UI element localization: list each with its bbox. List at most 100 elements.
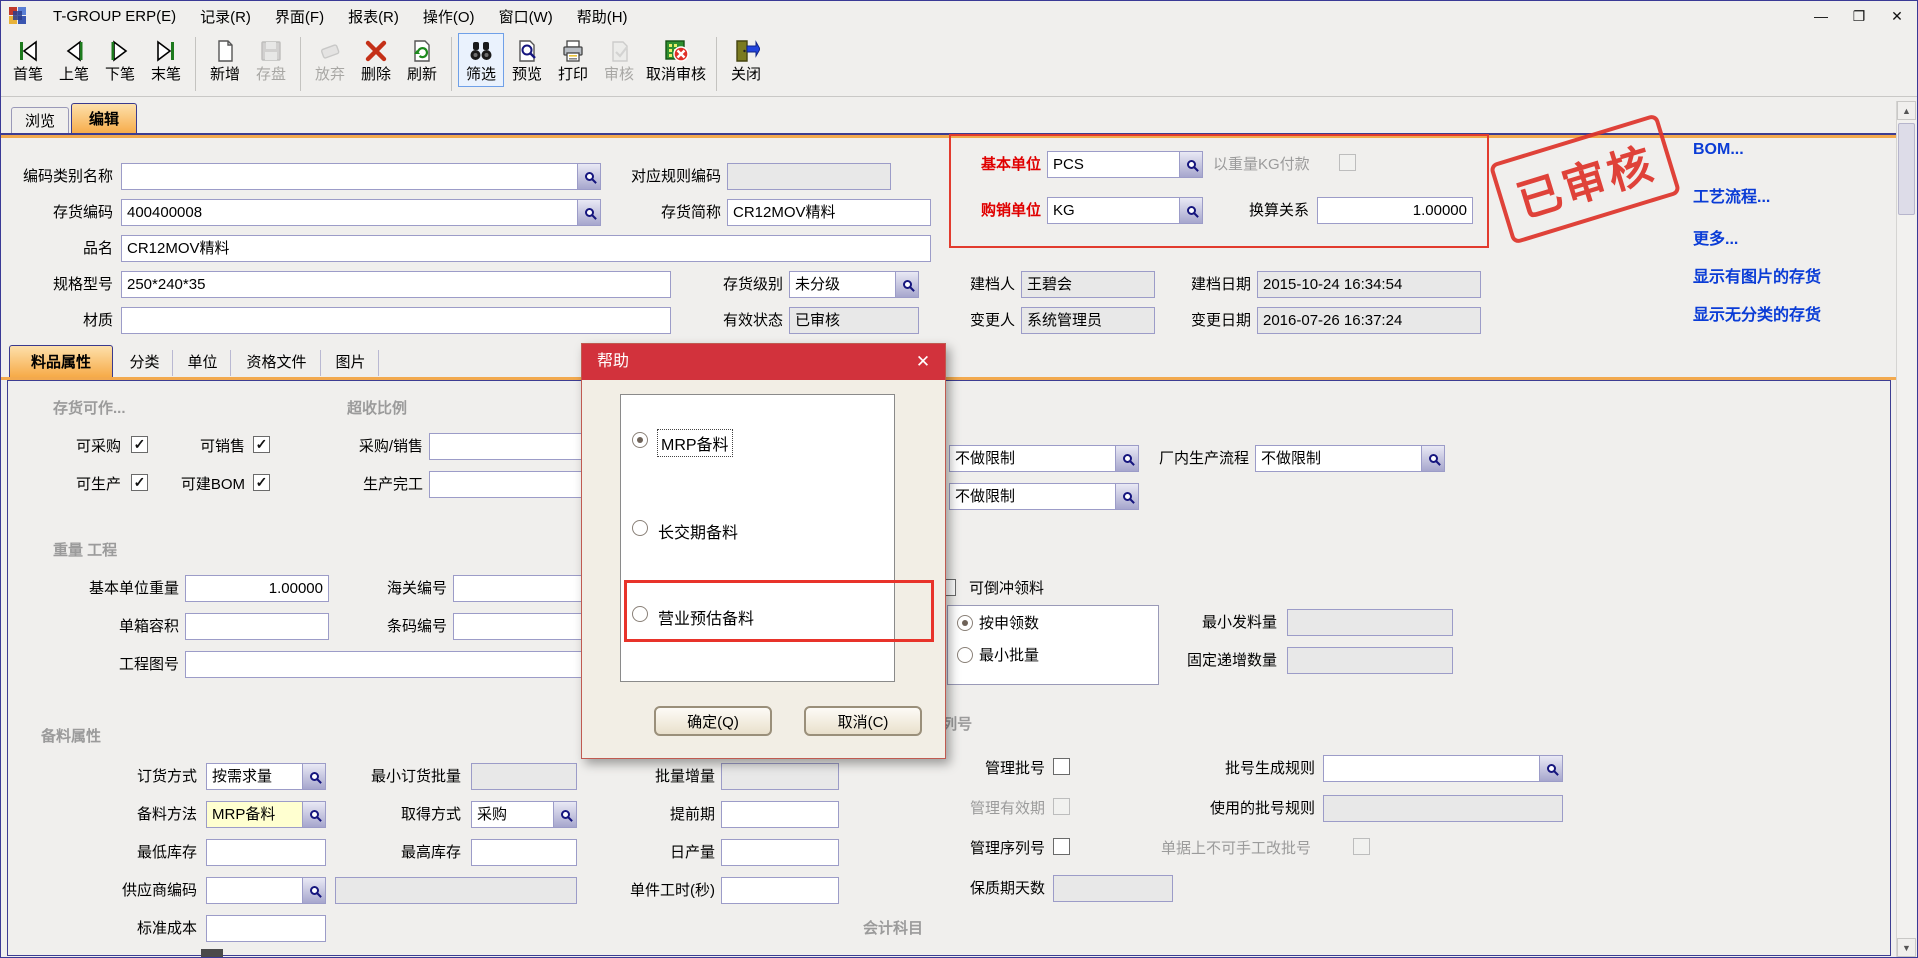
min-stock-input[interactable] — [206, 839, 326, 866]
conversion-input[interactable]: 1.00000 — [1317, 197, 1473, 224]
mrp-prep-radio[interactable] — [632, 432, 648, 448]
long-lead-prep-label[interactable]: 长交期备料 — [658, 519, 738, 543]
minimize-icon[interactable]: — — [1809, 5, 1833, 27]
prev-record-button[interactable]: 上笔 — [51, 33, 97, 87]
lookup-button[interactable] — [1115, 446, 1138, 471]
lookup-button[interactable] — [302, 802, 325, 827]
manage-batch-checkbox[interactable] — [1053, 758, 1070, 775]
next-record-button[interactable]: 下笔 — [97, 33, 143, 87]
mrp-prep-label[interactable]: MRP备料 — [658, 430, 732, 456]
trade-unit-input[interactable]: KG — [1047, 197, 1203, 224]
code-category-input[interactable] — [121, 163, 601, 190]
lookup-button[interactable] — [1421, 446, 1444, 471]
manage-serial-checkbox[interactable] — [1053, 838, 1070, 855]
sellable-checkbox[interactable] — [253, 436, 270, 453]
acquire-input[interactable]: 采购 — [471, 801, 577, 828]
menu-item-operation[interactable]: 操作(O) — [411, 2, 487, 31]
menu-bar: T-GROUP ERP(E) 记录(R) 界面(F) 报表(R) 操作(O) 窗… — [1, 1, 1917, 31]
vertical-scrollbar[interactable]: ▲ ▼ — [1896, 101, 1916, 957]
supplier-input[interactable] — [206, 877, 326, 904]
lookup-button[interactable] — [302, 878, 325, 903]
long-lead-prep-radio[interactable] — [632, 520, 648, 536]
magnifier-icon — [310, 772, 319, 781]
tab-units[interactable]: 单位 — [175, 350, 231, 376]
toolbar-label: 刷新 — [407, 66, 437, 84]
lookup-button[interactable] — [1115, 484, 1138, 509]
scroll-down-icon[interactable]: ▼ — [1897, 938, 1916, 957]
item-code-input[interactable]: 400400008 — [121, 199, 601, 226]
restriction-input-2[interactable]: 不做限制 — [949, 483, 1139, 510]
lead-time-input[interactable] — [721, 801, 839, 828]
max-stock-input[interactable] — [471, 839, 577, 866]
min-batch-radio[interactable] — [957, 647, 973, 663]
lookup-button[interactable] — [577, 164, 600, 189]
link-bom[interactable]: BOM... — [1693, 141, 1744, 159]
purchasable-checkbox[interactable] — [131, 436, 148, 453]
close-button[interactable]: 关闭 — [723, 33, 769, 87]
scrollbar-thumb[interactable] — [1898, 123, 1915, 215]
preview-button[interactable]: 预览 — [504, 33, 550, 87]
item-name-input[interactable]: CR12MOV精料 — [121, 235, 931, 262]
base-weight-input[interactable]: 1.00000 — [185, 575, 329, 602]
box-volume-input[interactable] — [185, 613, 329, 640]
scroll-up-icon[interactable]: ▲ — [1897, 101, 1916, 120]
restore-icon[interactable]: ❐ — [1847, 5, 1871, 27]
item-abbr-input[interactable]: CR12MOV精料 — [727, 199, 931, 226]
menu-item-window[interactable]: 窗口(W) — [487, 2, 565, 31]
producible-checkbox[interactable] — [131, 474, 148, 491]
link-show-with-images[interactable]: 显示有图片的存货 — [1693, 263, 1821, 287]
order-method-input[interactable]: 按需求量 — [206, 763, 326, 790]
link-process-flow[interactable]: 工艺流程... — [1693, 183, 1770, 207]
cancel-audit-button[interactable]: 取消审核 — [642, 33, 710, 87]
material-input[interactable] — [121, 307, 671, 334]
new-button[interactable]: 新增 — [202, 33, 248, 87]
tab-classification[interactable]: 分类 — [117, 350, 173, 376]
refresh-button[interactable]: 刷新 — [399, 33, 445, 87]
prep-method-input[interactable]: MRP备料 — [206, 801, 326, 828]
batch-rule-input[interactable] — [1323, 755, 1563, 782]
spec-input[interactable]: 250*240*35 — [121, 271, 671, 298]
supplier-label: 供应商编码 — [87, 881, 197, 901]
lookup-button[interactable] — [1539, 756, 1562, 781]
menu-item-report[interactable]: 报表(R) — [336, 2, 411, 31]
min-order-input — [471, 763, 577, 790]
daily-output-input[interactable] — [721, 839, 839, 866]
filter-button[interactable]: 筛选 — [458, 33, 504, 87]
std-cost-input[interactable] — [206, 915, 326, 942]
create-date-value: 2015-10-24 16:34:54 — [1263, 276, 1402, 293]
base-unit-input[interactable]: PCS — [1047, 151, 1203, 178]
tab-item-properties[interactable]: 料品属性 — [9, 345, 113, 378]
tab-images[interactable]: 图片 — [323, 350, 379, 376]
delete-button[interactable]: 删除 — [353, 33, 399, 87]
print-button[interactable]: 打印 — [550, 33, 596, 87]
customs-label: 海关编号 — [361, 579, 447, 599]
close-window-icon[interactable]: ✕ — [1885, 5, 1909, 27]
unit-hours-input[interactable] — [721, 877, 839, 904]
tab-qualification-files[interactable]: 资格文件 — [233, 350, 321, 376]
link-show-unclassified[interactable]: 显示无分类的存货 — [1693, 301, 1821, 325]
level-input[interactable]: 未分级 — [789, 271, 919, 298]
link-more[interactable]: 更多... — [1693, 225, 1738, 249]
menu-item-interface[interactable]: 界面(F) — [263, 2, 336, 31]
lookup-button[interactable] — [895, 272, 918, 297]
menu-item-app[interactable]: T-GROUP ERP(E) — [41, 4, 188, 29]
first-record-button[interactable]: 首笔 — [5, 33, 51, 87]
dialog-close-icon[interactable]: ✕ — [909, 349, 937, 375]
cancel-button[interactable]: 取消(C) — [804, 706, 922, 736]
menu-item-help[interactable]: 帮助(H) — [565, 2, 640, 31]
factory-flow-input[interactable]: 不做限制 — [1255, 445, 1445, 472]
menu-item-record[interactable]: 记录(R) — [188, 2, 263, 31]
last-record-button[interactable]: 末笔 — [143, 33, 189, 87]
restriction-input-1[interactable]: 不做限制 — [949, 445, 1139, 472]
bom-allowed-checkbox[interactable] — [253, 474, 270, 491]
ok-button[interactable]: 确定(Q) — [654, 706, 772, 736]
tab-edit[interactable]: 编辑 — [71, 103, 137, 135]
tab-browse[interactable]: 浏览 — [11, 107, 69, 135]
by-request-radio[interactable] — [957, 615, 973, 631]
drawing-input[interactable] — [185, 651, 643, 678]
lookup-button[interactable] — [302, 764, 325, 789]
lookup-button[interactable] — [553, 802, 576, 827]
lookup-button[interactable] — [577, 200, 600, 225]
lookup-button[interactable] — [1179, 152, 1202, 177]
lookup-button[interactable] — [1179, 198, 1202, 223]
